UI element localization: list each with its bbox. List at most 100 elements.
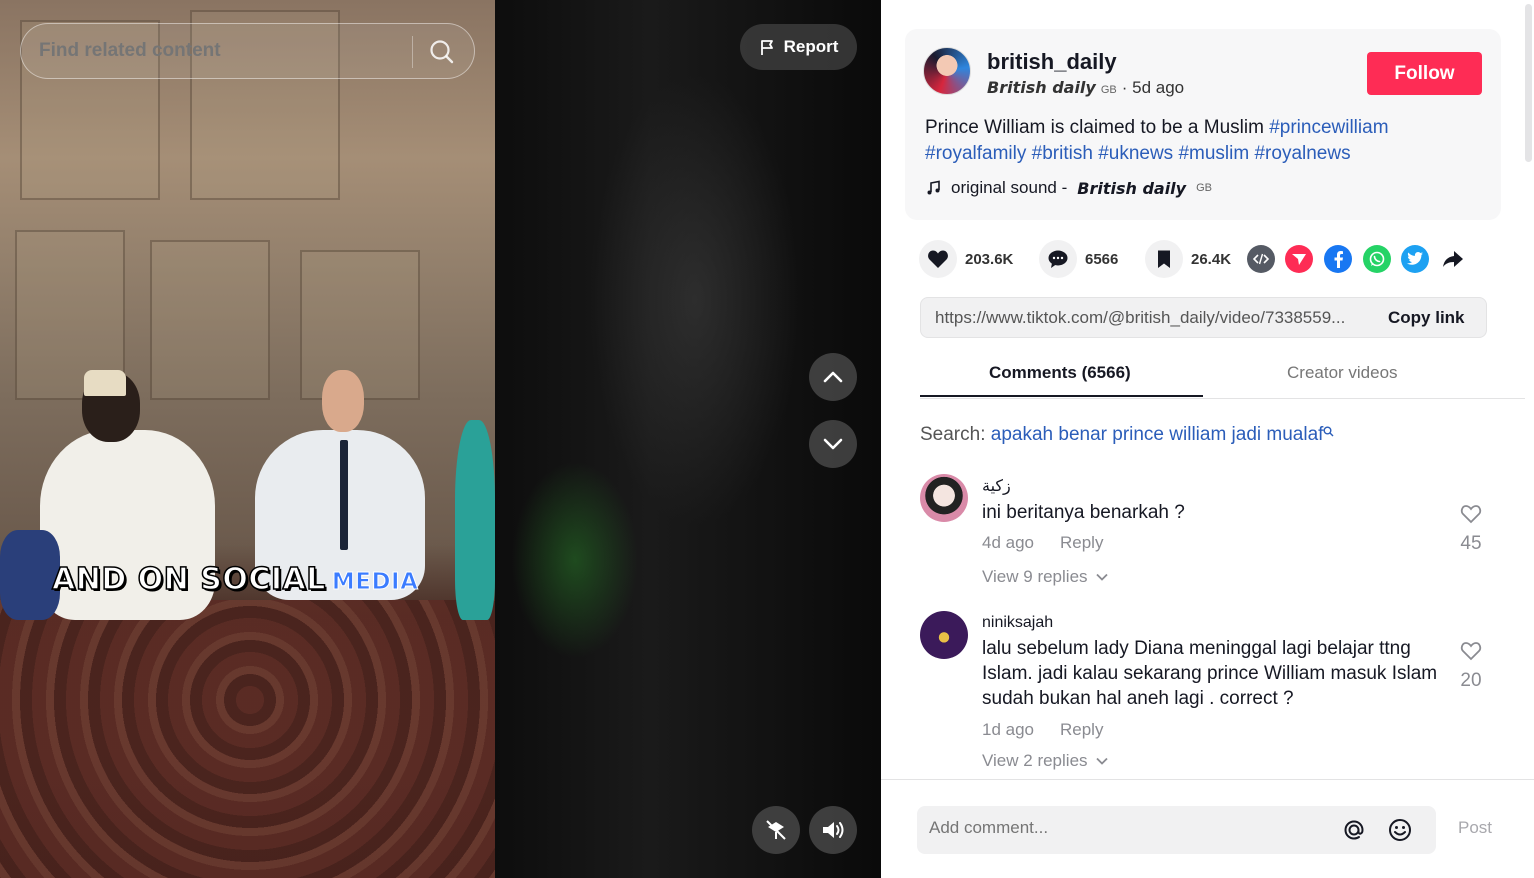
commenter-avatar[interactable] <box>920 611 968 659</box>
panel-scrollbar[interactable] <box>1522 0 1534 878</box>
sound-prefix: original sound - <box>951 178 1068 197</box>
embed-button[interactable] <box>1247 245 1275 273</box>
tab-comments[interactable]: Comments (6566) <box>989 363 1131 383</box>
chevron-down-icon <box>1095 757 1108 765</box>
heart-outline-icon[interactable] <box>1460 504 1482 524</box>
commenter-username[interactable]: niniksajah <box>982 614 1053 632</box>
reply-button[interactable]: Reply <box>1060 533 1103 553</box>
comment-like[interactable]: 20 <box>1458 641 1484 692</box>
comment-meta: 1d ago Reply <box>982 720 1103 740</box>
search-divider <box>412 36 413 68</box>
previous-video-button[interactable] <box>809 353 857 401</box>
video-frame[interactable]: AND ON SOCIAL MEDIA <box>0 0 495 878</box>
hashtag-link[interactable]: #british <box>1032 143 1093 164</box>
video-player[interactable]: AND ON SOCIALMEDIA Report <box>0 0 881 878</box>
save-count: 26.4K <box>1191 250 1232 268</box>
search-input[interactable] <box>39 40 419 62</box>
search-suggestion-prefix: Search: <box>920 424 986 445</box>
send-to-friends-button[interactable] <box>1285 245 1313 273</box>
view-replies-button[interactable]: View 2 replies <box>982 751 1108 771</box>
sound-link[interactable]: original sound - British daily GB <box>925 178 1212 198</box>
video-caption: AND ON SOCIAL MEDIA <box>51 561 419 598</box>
view-replies-button[interactable]: View 9 replies <box>982 567 1108 587</box>
post-comment-button[interactable]: Post <box>1458 818 1492 838</box>
next-video-button[interactable] <box>809 420 857 468</box>
scrollbar-thumb[interactable] <box>1525 4 1532 162</box>
person-head <box>322 370 364 432</box>
share-facebook-button[interactable] <box>1324 245 1352 273</box>
twitter-bird-icon <box>1407 252 1423 265</box>
creator-avatar[interactable] <box>923 47 971 95</box>
heart-outline-icon[interactable] <box>1460 641 1482 661</box>
comment-meta: 4d ago Reply <box>982 533 1103 553</box>
cushion <box>0 530 60 620</box>
heart-icon <box>928 250 948 268</box>
copy-link-button[interactable]: Copy link <box>1388 308 1465 328</box>
video-link-box: https://www.tiktok.com/@british_daily/vi… <box>920 297 1487 338</box>
flag-icon <box>760 39 773 55</box>
floating-player-icon <box>766 820 786 840</box>
wall-panel <box>150 240 270 400</box>
hashtag-link[interactable]: #uknews <box>1098 143 1173 164</box>
paper-plane-icon <box>1292 254 1306 265</box>
commenter-username[interactable]: زكية <box>982 476 1011 496</box>
comment-button[interactable] <box>1039 240 1077 278</box>
hashtag-link[interactable]: #royalnews <box>1254 143 1350 164</box>
post-age: · 5d ago <box>1121 78 1185 97</box>
hashtag-link[interactable]: #muslim <box>1178 143 1249 164</box>
share-whatsapp-button[interactable] <box>1363 245 1391 273</box>
video-url[interactable]: https://www.tiktok.com/@british_daily/vi… <box>935 308 1365 328</box>
sound-author: British daily <box>1077 178 1187 198</box>
creator-subline: British daily GB · 5d ago <box>987 78 1184 98</box>
person-in-teal <box>455 420 495 620</box>
volume-button[interactable] <box>809 806 857 854</box>
caption-main: AND ON SOCIAL <box>51 561 326 598</box>
floating-player-button[interactable] <box>752 806 800 854</box>
creator-nickname: British daily <box>987 78 1096 97</box>
comment-item: زكية ini beritanya benarkah ? 4d ago Rep… <box>920 474 1500 594</box>
comment-text: ini beritanya benarkah ? <box>982 502 1185 523</box>
comment-time: 1d ago <box>982 720 1034 739</box>
creator-username[interactable]: british_daily <box>987 49 1117 75</box>
save-action[interactable]: 26.4K <box>1145 240 1231 278</box>
mention-icon[interactable] <box>1341 817 1367 843</box>
comment-count: 6566 <box>1085 250 1119 268</box>
like-action[interactable]: 203.6K <box>919 240 1013 278</box>
report-button[interactable]: Report <box>740 24 857 70</box>
more-share-button[interactable] <box>1439 245 1467 273</box>
related-content-search[interactable] <box>20 23 475 79</box>
chevron-up-icon <box>823 371 843 383</box>
share-twitter-button[interactable] <box>1401 245 1429 273</box>
embed-code-icon <box>1253 253 1269 265</box>
search-suggestion-query[interactable]: apakah benar prince william jadi mualaf <box>991 424 1324 445</box>
comment-action[interactable]: 6566 <box>1039 240 1118 278</box>
comment-search-suggestion[interactable]: Search: apakah benar prince william jadi… <box>920 424 1334 446</box>
reply-button[interactable]: Reply <box>1060 720 1103 740</box>
comment-like[interactable]: 45 <box>1458 504 1484 555</box>
comment-item: niniksajah lalu sebelum lady Diana menin… <box>920 611 1500 771</box>
emoji-icon[interactable] <box>1387 817 1413 843</box>
commenter-avatar[interactable] <box>920 474 968 522</box>
chevron-down-icon <box>823 438 843 450</box>
sound-region: GB <box>1196 182 1212 194</box>
facebook-icon <box>1334 251 1343 268</box>
search-button[interactable] <box>426 37 458 67</box>
search-icon <box>1323 426 1334 437</box>
description-text: Prince William is claimed to be a Muslim <box>925 117 1264 138</box>
view-replies-label: View 9 replies <box>982 567 1088 586</box>
save-button[interactable] <box>1145 240 1183 278</box>
hashtag-link[interactable]: #royalfamily <box>925 143 1026 164</box>
comment-input-wrapper[interactable] <box>917 806 1436 854</box>
comment-text: lalu sebelum lady Diana meninggal lagi b… <box>982 638 1438 709</box>
follow-button[interactable]: Follow <box>1367 52 1482 95</box>
chevron-down-icon <box>1095 573 1108 581</box>
post-info-card: british_daily British daily GB · 5d ago … <box>905 29 1501 220</box>
tab-creator-videos[interactable]: Creator videos <box>1287 363 1398 383</box>
caption-highlight: MEDIA <box>331 569 419 596</box>
like-button[interactable] <box>919 240 957 278</box>
hashtag-link[interactable]: #princewilliam <box>1269 117 1388 138</box>
comment-input[interactable] <box>929 818 1309 838</box>
panel-tabs: Comments (6566) Creator videos <box>920 350 1525 399</box>
tie <box>340 440 348 550</box>
comment-like-count: 20 <box>1460 670 1482 691</box>
